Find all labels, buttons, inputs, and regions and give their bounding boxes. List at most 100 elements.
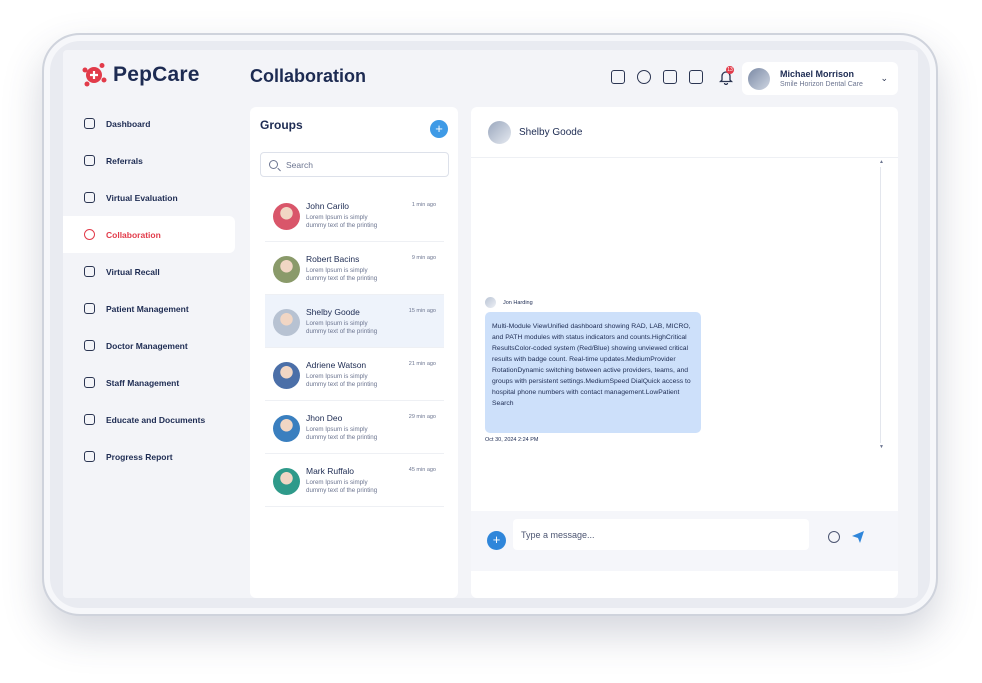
avatar (273, 468, 300, 495)
sidebar-item-referrals[interactable]: Referrals (63, 142, 235, 179)
recall-icon (84, 266, 95, 277)
search-input[interactable] (286, 159, 436, 170)
search-box (260, 152, 449, 177)
groups-panel: Groups + John Carilo Lorem Ipsum is simpl… (250, 107, 458, 598)
groups-title: Groups (260, 118, 303, 132)
app-screen: PepCare Collaboration 13 Michael Morriso… (63, 50, 918, 598)
sidebar-item-progress-report[interactable]: Progress Report (63, 438, 235, 475)
list-item[interactable]: John Carilo Lorem Ipsum is simply dummy t… (265, 189, 444, 242)
sidebar-item-label: Progress Report (106, 451, 173, 462)
contact-name: Jhon Deo (306, 413, 343, 423)
chevron-down-icon[interactable]: ⌄ (880, 73, 888, 84)
send-icon[interactable] (851, 530, 865, 544)
sidebar-item-label: Collaboration (106, 229, 161, 240)
avatar (748, 67, 770, 90)
list-item[interactable]: Shelby Goode Lorem Ipsum is simply dummy … (265, 295, 444, 348)
documents-icon (84, 414, 95, 425)
sidebar-item-educate-and-documents[interactable]: Educate and Documents (63, 401, 235, 438)
contact-preview: Lorem Ipsum is simply dummy text of the … (306, 267, 378, 283)
contact-time: 21 min ago (408, 361, 436, 367)
sidebar-item-label: Referrals (106, 155, 143, 166)
sidebar-item-label: Staff Management (106, 377, 180, 388)
header-toolbar (611, 70, 703, 84)
message-sender: Jon Harding (485, 297, 533, 308)
contact-time: 15 min ago (408, 308, 436, 314)
sidebar-item-label: Dashboard (106, 118, 151, 129)
patient-icon (84, 303, 95, 314)
message-composer: + (471, 511, 898, 571)
collaboration-icon (84, 229, 95, 240)
contact-preview: Lorem Ipsum is simply dummy text of the … (306, 373, 378, 389)
user-menu[interactable]: Michael Morrison Smile Horizon Dental Ca… (742, 62, 898, 95)
contact-name: Shelby Goode (306, 307, 360, 317)
scroll-down-arrow[interactable]: ▼ (879, 444, 884, 450)
message-input[interactable] (513, 519, 809, 550)
contact-time: 9 min ago (411, 255, 436, 261)
report-icon (84, 451, 95, 462)
contact-name: John Carilo (306, 201, 349, 211)
sidebar-item-collaboration[interactable]: Collaboration (63, 216, 235, 253)
contact-name: Mark Ruffalo (306, 466, 355, 476)
chat-panel: Shelby Goode ▲ ▼ Jon Harding Multi-Modul… (471, 107, 898, 598)
avatar (273, 203, 300, 230)
contact-name: Robert Bacins (306, 254, 360, 264)
sidebar-item-label: Doctor Management (106, 340, 188, 351)
scrollbar[interactable] (880, 167, 881, 443)
sidebar-item-virtual-evaluation[interactable]: Virtual Evaluation (63, 179, 235, 216)
avatar (488, 120, 511, 144)
user-name: Michael Morrison (780, 69, 855, 79)
sidebar-item-doctor-management[interactable]: Doctor Management (63, 327, 235, 364)
app-name: PepCare (113, 63, 200, 86)
list-item[interactable]: Jhon Deo Lorem Ipsum is simply dummy text… (265, 401, 444, 454)
mail-icon[interactable] (689, 70, 703, 84)
monitor-icon[interactable] (611, 70, 625, 84)
heart-icon (84, 192, 95, 203)
avatar (273, 415, 300, 442)
notification-badge: 13 (726, 66, 734, 74)
avatar (273, 256, 300, 283)
contact-time: 29 min ago (408, 414, 436, 420)
sidebar-item-label: Educate and Documents (106, 414, 206, 425)
contact-time: 1 min ago (411, 202, 436, 208)
user-clinic: Smile Horizon Dental Care (780, 81, 863, 88)
avatar (273, 362, 300, 389)
chat-header: Shelby Goode (471, 107, 898, 158)
contact-list: John Carilo Lorem Ipsum is simply dummy t… (265, 189, 444, 507)
message-time: Oct 30, 2024 2:24 PM (485, 437, 539, 443)
dashboard-icon (84, 118, 95, 129)
sidebar-item-dashboard[interactable]: Dashboard (63, 105, 235, 142)
doctor-icon (84, 340, 95, 351)
attach-button[interactable]: + (487, 531, 506, 550)
contact-preview: Lorem Ipsum is simply dummy text of the … (306, 320, 378, 336)
scroll-up-arrow[interactable]: ▲ (879, 159, 884, 165)
sidebar-item-patient-management[interactable]: Patient Management (63, 290, 235, 327)
list-item[interactable]: Mark Ruffalo Lorem Ipsum is simply dummy … (265, 454, 444, 507)
logo[interactable]: PepCare (81, 62, 200, 88)
avatar (273, 309, 300, 336)
contact-time: 45 min ago (408, 467, 436, 473)
referrals-icon (84, 155, 95, 166)
contact-preview: Lorem Ipsum is simply dummy text of the … (306, 426, 378, 442)
sidebar-item-label: Patient Management (106, 303, 189, 314)
chat-contact-name: Shelby Goode (519, 126, 583, 138)
pepcare-logo-icon (82, 63, 107, 87)
record-icon[interactable] (663, 70, 677, 84)
search-icon (269, 160, 278, 169)
contact-name: Adriene Watson (306, 360, 367, 370)
emoji-icon[interactable] (828, 531, 840, 543)
message-bubble: Multi-Module ViewUnified dashboard showi… (485, 312, 701, 433)
add-group-button[interactable]: + (430, 120, 448, 138)
avatar (485, 297, 496, 308)
sidebar-item-virtual-recall[interactable]: Virtual Recall (63, 253, 235, 290)
list-item[interactable]: Robert Bacins Lorem Ipsum is simply dummy… (265, 242, 444, 295)
sender-name: Jon Harding (503, 299, 533, 306)
camera-icon[interactable] (637, 70, 651, 84)
staff-icon (84, 377, 95, 388)
list-item[interactable]: Adriene Watson Lorem Ipsum is simply dumm… (265, 348, 444, 401)
sidebar: Dashboard Referrals Virtual Evaluation Coll… (63, 105, 235, 475)
contact-preview: Lorem Ipsum is simply dummy text of the … (306, 479, 378, 495)
contact-preview: Lorem Ipsum is simply dummy text of the … (306, 214, 378, 230)
page-title: Collaboration (250, 66, 366, 86)
sidebar-item-staff-management[interactable]: Staff Management (63, 364, 235, 401)
sidebar-item-label: Virtual Evaluation (106, 192, 178, 203)
